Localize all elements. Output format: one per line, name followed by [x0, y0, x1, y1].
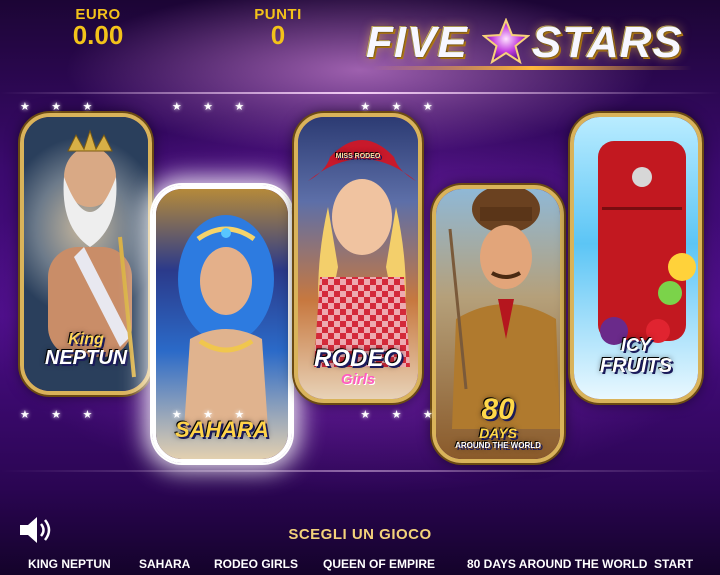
80-days-title-word: DAYS: [479, 425, 517, 441]
light-beam-bottom: [0, 470, 720, 472]
game-card-icy-fruits[interactable]: ICY FRUITS: [570, 113, 702, 403]
light-beam-top: [0, 92, 720, 94]
decorative-stars-top: ★ ★ ★ ★ ★ ★ ★ ★ ★: [20, 101, 433, 113]
king-neptun-title-line2: NEPTUN: [44, 347, 128, 369]
choose-game-prompt: SCEGLI UN GIOCO: [288, 526, 432, 543]
decorative-stars-bottom: ★ ★ ★ ★ ★ ★ ★ ★ ★: [20, 409, 433, 421]
menu-item-queen-of-empire[interactable]: QUEEN OF EMPIRE: [323, 557, 435, 571]
menu-item-rodeo-girls[interactable]: RODEO GIRLS: [214, 557, 298, 571]
icy-fruits-title-line2: FRUITS: [599, 355, 673, 377]
star-icon: [482, 18, 530, 65]
logo-word-five: FIVE: [366, 18, 468, 67]
credit-value: 0.00: [72, 20, 124, 50]
game-card-sahara[interactable]: SAHARA: [152, 185, 292, 463]
menu-item-king-neptun[interactable]: KING NEPTUN: [28, 557, 111, 571]
80-days-title-subtitle: AROUND THE WORLD: [455, 441, 541, 450]
game-card-king-neptun[interactable]: King NEPTUN: [20, 113, 152, 395]
menu-item-80-days[interactable]: 80 DAYS AROUND THE WORLD: [467, 557, 647, 571]
logo-underline: [372, 66, 692, 70]
menu-item-start[interactable]: START: [654, 557, 693, 571]
rodeo-girls-title-line2: Girls: [340, 371, 376, 388]
menu-item-sahara[interactable]: SAHARA: [139, 557, 190, 571]
game-card-80-days[interactable]: 80 DAYS AROUND THE WORLD: [432, 185, 564, 463]
rodeo-girls-badge: MISS RODEO: [335, 153, 381, 160]
game-card-rodeo-girls[interactable]: MISS RODEO RODEO Girls: [294, 113, 422, 403]
points-value: 0: [270, 20, 286, 50]
icy-fruits-title-line1: ICY: [620, 335, 651, 355]
rodeo-girls-title-line1: RODEO: [313, 345, 402, 372]
game-logo: FIVE STARS: [362, 14, 702, 72]
logo-word-stars: STARS: [532, 18, 683, 67]
